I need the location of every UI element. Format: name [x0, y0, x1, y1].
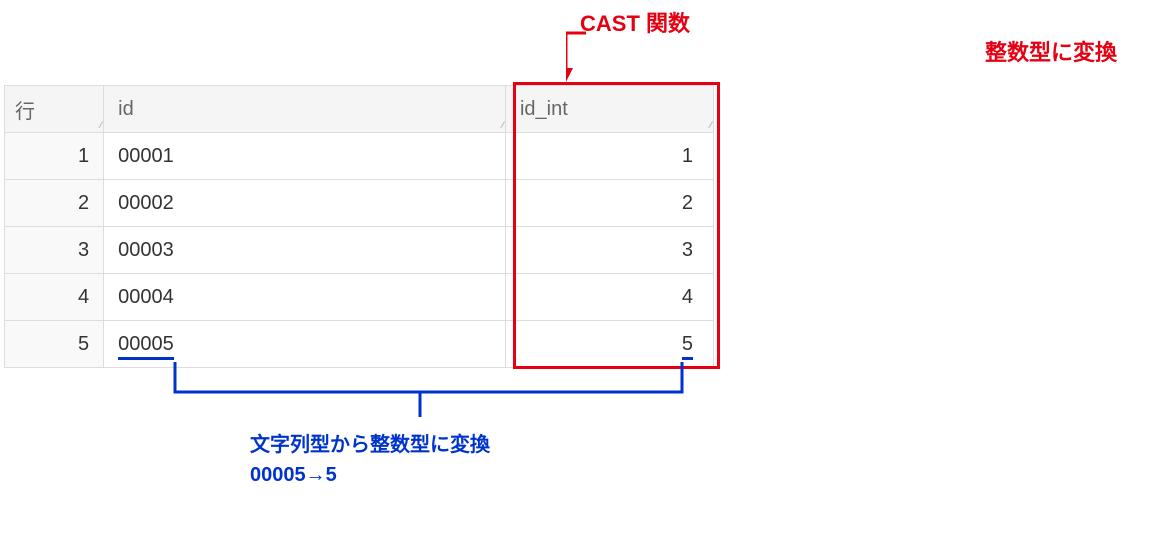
header-id-int: id_int⁄⁄: [505, 86, 713, 133]
id-cell: 00003: [104, 227, 506, 274]
header-id: id⁄⁄: [104, 86, 506, 133]
row-number-cell: 2: [5, 180, 104, 227]
header-row: 行⁄⁄: [5, 86, 104, 133]
table-row: 5 00005 5: [5, 321, 714, 368]
row-number-cell: 4: [5, 274, 104, 321]
bracket-connector: [155, 362, 687, 422]
id-cell: 00002: [104, 180, 506, 227]
id-int-cell: 5: [505, 321, 713, 368]
id-int-cell: 2: [505, 180, 713, 227]
id-int-cell: 1: [505, 133, 713, 180]
table-row: 1 00001 1: [5, 133, 714, 180]
id-cell: 00005: [104, 321, 506, 368]
table-row: 4 00004 4: [5, 274, 714, 321]
arrow-down-icon: [566, 30, 626, 84]
row-number-cell: 5: [5, 321, 104, 368]
id-int-cell: 4: [505, 274, 713, 321]
id-cell: 00001: [104, 133, 506, 180]
row-number-cell: 1: [5, 133, 104, 180]
row-number-cell: 3: [5, 227, 104, 274]
result-table: 行⁄⁄ id⁄⁄ id_int⁄⁄ 1 00001 1 2 00002 2 3 …: [4, 85, 714, 368]
id-cell: 00004: [104, 274, 506, 321]
table-row: 2 00002 2: [5, 180, 714, 227]
conversion-explanation: 文字列型から整数型に変換 00005→5: [250, 430, 490, 490]
table-row: 3 00003 3: [5, 227, 714, 274]
integer-convert-label: 整数型に変換: [985, 35, 1117, 67]
cast-function-label: CAST 関数: [580, 6, 690, 38]
id-int-cell: 3: [505, 227, 713, 274]
